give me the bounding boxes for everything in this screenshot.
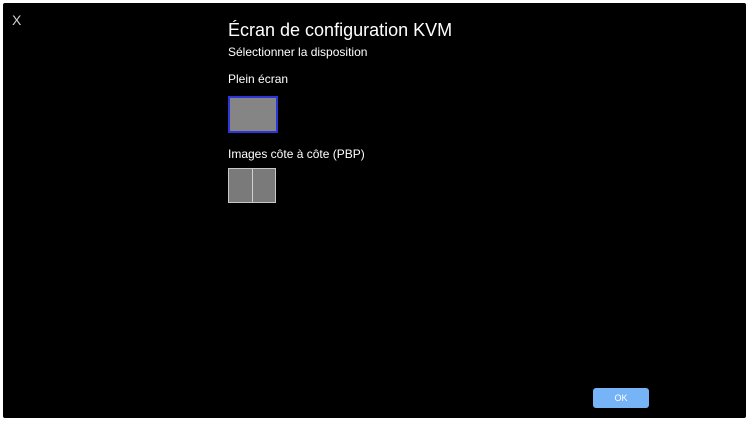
option-label-full-screen: Plein écran xyxy=(228,72,289,86)
side-by-side-layout-icon[interactable] xyxy=(228,168,276,203)
pbp-right-pane xyxy=(251,169,275,202)
ok-button[interactable]: OK xyxy=(593,388,649,408)
pbp-left-pane xyxy=(229,169,252,202)
kvm-config-window: X Écran de configuration KVM Sélectionne… xyxy=(3,3,746,418)
layout-section-heading: Sélectionner la disposition xyxy=(228,45,368,59)
close-button[interactable]: X xyxy=(12,12,21,28)
option-label-pbp: Images côte à côte (PBP) xyxy=(228,147,365,161)
full-screen-layout-icon[interactable] xyxy=(228,96,278,133)
page-title: Écran de configuration KVM xyxy=(228,20,453,40)
